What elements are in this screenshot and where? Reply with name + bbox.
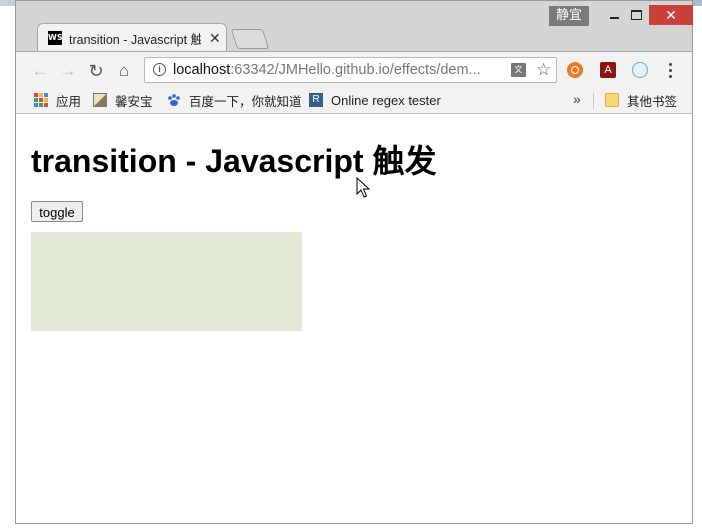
bookmark-star-icon[interactable]: ☆ [536, 60, 551, 80]
tab-close-icon[interactable]: ✕ [209, 30, 221, 47]
url-path: :63342/JMHello.github.io/effects/dem... [230, 62, 481, 78]
browser-menu-icon[interactable] [668, 61, 672, 81]
baidu-paw-icon [167, 93, 181, 107]
folder-icon [605, 93, 619, 107]
close-icon: ✕ [665, 6, 677, 23]
bookmark-item[interactable]: 百度一下，你就知道 [167, 91, 302, 109]
minimize-icon [609, 17, 619, 19]
page-content: transition - Javascript 触发 toggle [16, 114, 692, 523]
reload-icon[interactable]: ↻ [86, 61, 106, 81]
tab-active[interactable]: WS transition - Javascript 触 ✕ [37, 23, 227, 52]
extension-pdf-icon[interactable]: A [600, 62, 616, 78]
bookmarks-bar: 应用 馨安宝 百度一下，你就知道 R Online regex tester »… [16, 87, 692, 114]
bookmark-other-folder[interactable]: 其他书签 [605, 91, 677, 109]
url-host: localhost [173, 62, 231, 78]
apps-grid-icon [34, 93, 48, 107]
bookmark-label: 百度一下，你就知道 [189, 93, 302, 109]
back-arrow-icon[interactable]: ← [30, 61, 50, 81]
title-bar: 静宜 ✕ WS transition - Javascript 触 ✕ [16, 1, 693, 52]
mouse-pointer-icon [356, 177, 370, 198]
transition-box [31, 232, 302, 331]
bookmark-item[interactable]: 馨安宝 [93, 91, 153, 109]
browser-toolbar: ← → ↻ ⌂ i localhost:63342/JMHello.github… [16, 51, 692, 88]
profile-badge[interactable]: 静宜 [549, 6, 589, 26]
maximize-button[interactable] [621, 5, 651, 25]
bookmark-label: 其他书签 [627, 93, 678, 109]
forward-arrow-icon[interactable]: → [58, 61, 78, 81]
bookmarks-overflow-icon[interactable]: » [573, 91, 581, 107]
site-info-icon[interactable]: i [153, 63, 166, 76]
browser-window: 静宜 ✕ WS transition - Javascript 触 ✕ ← → … [15, 0, 693, 524]
page-title: transition - Javascript 触发 [31, 143, 437, 179]
bookmark-apps[interactable]: 应用 [34, 91, 81, 109]
maximize-icon [630, 10, 642, 20]
regex-r-icon: R [309, 93, 323, 107]
tab-title: transition - Javascript 触 [69, 32, 201, 47]
webstorm-favicon-icon: WS [48, 31, 63, 45]
url-text[interactable]: localhost:63342/JMHello.github.io/effect… [173, 62, 481, 78]
address-bar[interactable]: i localhost:63342/JMHello.github.io/effe… [144, 57, 557, 83]
toggle-button[interactable]: toggle [31, 201, 83, 222]
bookmark-label: 应用 [56, 93, 82, 109]
picture-icon [93, 93, 107, 107]
bookmark-item[interactable]: R Online regex tester [309, 91, 441, 109]
window-close-button[interactable]: ✕ [649, 5, 693, 25]
bookmark-label: Online regex tester [331, 92, 441, 108]
bookmark-label: 馨安宝 [115, 93, 153, 109]
extension-cloud-icon[interactable] [632, 62, 648, 78]
extension-lifebuoy-icon[interactable] [567, 62, 583, 78]
home-icon[interactable]: ⌂ [114, 61, 134, 81]
bookmarks-divider [593, 93, 594, 109]
translate-icon[interactable]: 文 [511, 63, 526, 77]
new-tab-button[interactable] [230, 29, 270, 49]
